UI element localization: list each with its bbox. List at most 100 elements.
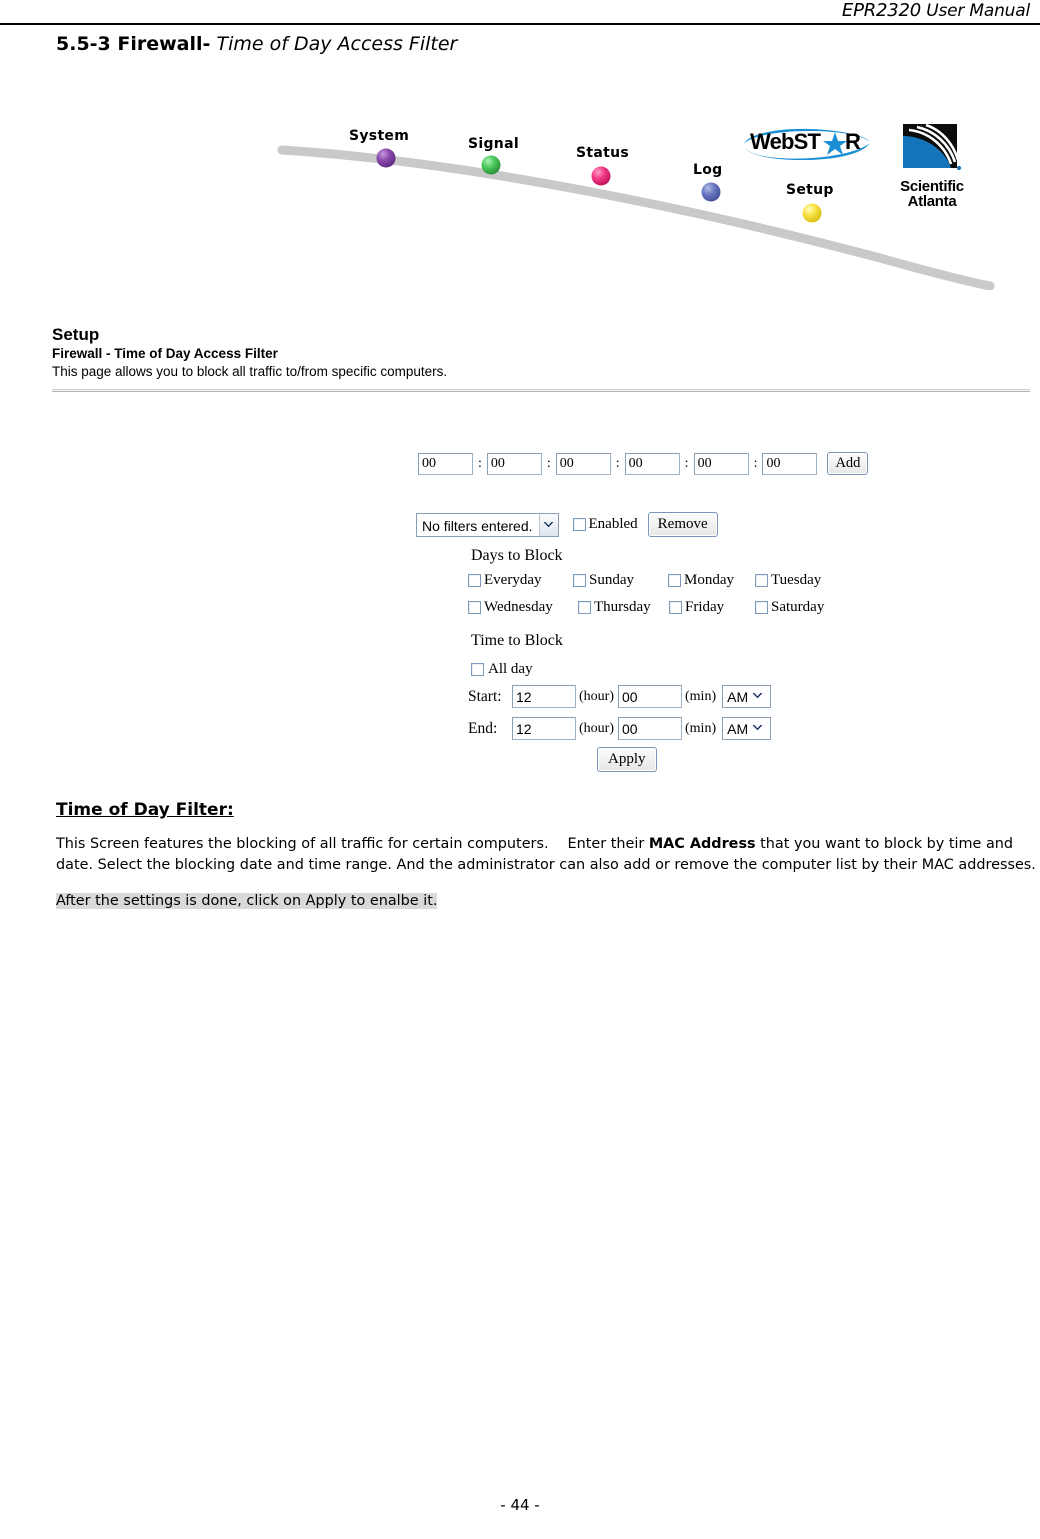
chevron-down-icon (538, 513, 558, 536)
time-to-block-title: Time to Block (471, 632, 563, 649)
mac-separator-3: : (615, 455, 620, 471)
mac-octet-6[interactable] (762, 452, 818, 475)
nav-dot-setup (802, 203, 822, 223)
wednesday-label: Wednesday (484, 599, 553, 615)
explanation-note-text: After the settings is done, click on App… (56, 893, 438, 909)
thursday-label: Thursday (594, 599, 651, 615)
end-minute-unit: (min) (685, 720, 717, 736)
manual-model: EPR2320 (841, 0, 922, 21)
start-minute-unit: (min) (685, 688, 717, 704)
sunday-label: Sunday (589, 572, 634, 588)
days-row-2: Wednesday Thursday Friday Saturday (468, 599, 824, 616)
sa-line-1: Scientific (900, 178, 964, 195)
webstar-logo: WebST R (742, 126, 874, 161)
day-checkbox-saturday[interactable]: Saturday (755, 599, 824, 616)
tuesday-label: Tuesday (771, 572, 822, 588)
chevron-down-icon (752, 718, 770, 739)
manual-title: EPR2320 User Manual (842, 0, 1030, 21)
day-checkbox-sunday[interactable]: Sunday (573, 572, 668, 589)
mac-address-row: : : : : : Add (418, 452, 869, 475)
start-ampm-select[interactable]: AM (722, 685, 772, 708)
filter-list-row: No filters entered. Enabled Remove (416, 512, 718, 537)
all-day-checkbox-group[interactable]: All day (471, 661, 533, 678)
enabled-label: Enabled (588, 516, 638, 532)
sunday-checkbox[interactable] (573, 574, 586, 587)
saturday-checkbox[interactable] (755, 601, 768, 614)
end-time-label: End: (468, 719, 498, 737)
start-hour-input[interactable] (512, 685, 576, 708)
day-checkbox-thursday[interactable]: Thursday (578, 599, 669, 616)
tuesday-checkbox[interactable] (755, 574, 768, 587)
monday-checkbox[interactable] (668, 574, 681, 587)
thursday-checkbox[interactable] (578, 601, 591, 614)
nav-label-system[interactable]: System (349, 128, 409, 144)
friday-checkbox[interactable] (669, 601, 682, 614)
mac-octet-2[interactable] (486, 452, 542, 475)
day-checkbox-everyday[interactable]: Everyday (468, 572, 573, 589)
nav-label-signal[interactable]: Signal (468, 136, 519, 152)
page-number: - 44 - (500, 1496, 540, 1514)
end-ampm-value: AM (727, 721, 749, 737)
mac-separator-2: : (546, 455, 551, 471)
svg-text:WebST: WebST (750, 129, 822, 154)
all-day-checkbox[interactable] (471, 663, 484, 676)
explanation-heading: Time of Day Filter: (56, 800, 234, 820)
end-ampm-select[interactable]: AM (722, 717, 772, 740)
everyday-checkbox[interactable] (468, 574, 481, 587)
start-time-label: Start: (468, 687, 502, 705)
start-minute-input[interactable] (618, 685, 682, 708)
nav-label-status[interactable]: Status (576, 145, 629, 161)
header-divider (0, 23, 1040, 25)
setup-subheading: Firewall - Time of Day Access Filter (52, 346, 278, 361)
chevron-down-icon (752, 686, 770, 707)
mac-separator-4: : (684, 455, 689, 471)
day-checkbox-friday[interactable]: Friday (669, 599, 755, 616)
filter-select[interactable]: No filters entered. (416, 512, 559, 537)
page-header: EPR2320 User Manual (0, 0, 1040, 26)
explanation-note: After the settings is done, click on App… (56, 891, 1036, 912)
day-checkbox-wednesday[interactable]: Wednesday (468, 599, 578, 616)
mac-octet-3[interactable] (555, 452, 611, 475)
wednesday-checkbox[interactable] (468, 601, 481, 614)
apply-button-wrap: Apply (597, 747, 657, 772)
add-button[interactable]: Add (827, 452, 869, 475)
page-title: 5.5-3 Firewall- Time of Day Access Filte… (56, 33, 457, 55)
end-hour-unit: (hour) (579, 720, 614, 736)
explanation-section: Time of Day Filter: This Screen features… (56, 800, 1036, 912)
explanation-body-bold: MAC Address (648, 836, 756, 852)
day-checkbox-tuesday[interactable]: Tuesday (755, 572, 821, 589)
enabled-checkbox-group[interactable]: Enabled (572, 516, 638, 533)
start-hour-unit: (hour) (579, 688, 614, 704)
remove-button[interactable]: Remove (647, 512, 718, 537)
mac-octet-5[interactable] (693, 452, 749, 475)
sa-line-2: Atlanta (907, 193, 957, 210)
start-ampm-value: AM (727, 689, 749, 705)
days-to-block-title: Days to Block (471, 547, 563, 564)
explanation-body-part1: This Screen features the blocking of all… (56, 836, 649, 852)
section-subtitle: Time of Day Access Filter (216, 33, 458, 55)
mac-octet-4[interactable] (624, 452, 680, 475)
nav-label-setup[interactable]: Setup (786, 182, 834, 198)
apply-button[interactable]: Apply (597, 747, 657, 772)
end-time-row: End: (hour) (min) AM (468, 717, 772, 740)
setup-panel: Setup Firewall - Time of Day Access Filt… (52, 325, 1030, 392)
nav-dot-status (591, 166, 611, 186)
filter-select-value: No filters entered. (422, 517, 533, 534)
start-time-row: Start: (hour) (min) AM (468, 685, 772, 708)
manual-label: User Manual (926, 1, 1030, 21)
all-day-label: All day (488, 661, 533, 677)
setup-description: This page allows you to block all traffi… (52, 364, 448, 379)
scientific-atlanta-wordmark: Scientific Atlanta (880, 179, 984, 209)
end-minute-input[interactable] (618, 717, 682, 740)
mac-octet-1[interactable] (418, 452, 473, 475)
scientific-atlanta-mark (899, 123, 965, 176)
end-hour-input[interactable] (512, 717, 576, 740)
scientific-atlanta-logo: Scientific Atlanta (880, 123, 984, 209)
page-footer: - 44 - (0, 1496, 1040, 1514)
nav-label-log[interactable]: Log (693, 162, 722, 178)
everyday-label: Everyday (484, 572, 542, 588)
explanation-body: This Screen features the blocking of all… (56, 834, 1036, 876)
friday-label: Friday (685, 599, 725, 615)
day-checkbox-monday[interactable]: Monday (668, 572, 755, 589)
enabled-checkbox[interactable] (572, 518, 586, 531)
